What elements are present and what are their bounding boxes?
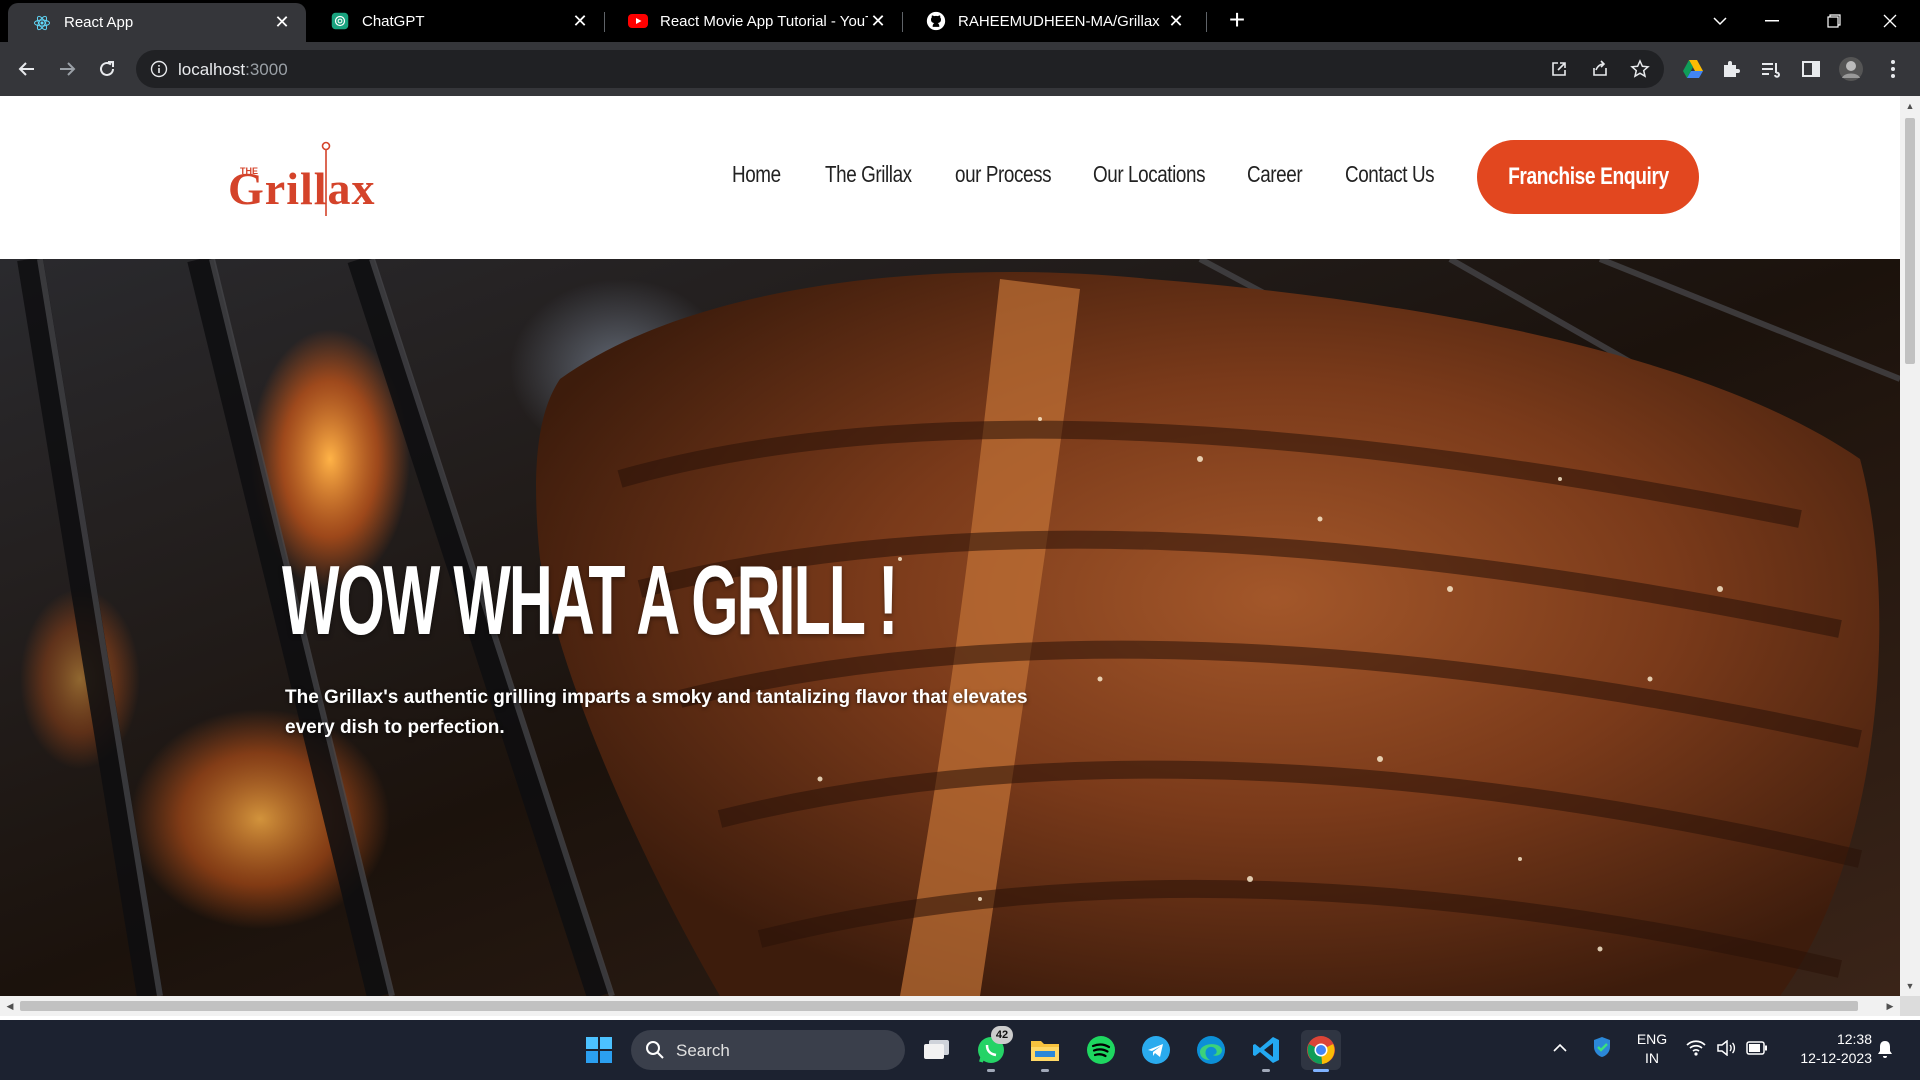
tab-react-app[interactable]: React App ✕: [8, 3, 306, 42]
scroll-down-arrow-icon[interactable]: ▼: [1900, 978, 1920, 994]
close-tab-icon[interactable]: ✕: [570, 11, 590, 32]
volume-icon[interactable]: [1716, 1039, 1736, 1061]
restore-icon[interactable]: [1808, 0, 1860, 42]
notification-badge: 42: [991, 1026, 1013, 1044]
notification-bell-icon[interactable]: [1876, 1039, 1894, 1064]
share-icon[interactable]: [1590, 60, 1610, 83]
close-tab-icon[interactable]: ✕: [272, 12, 292, 33]
windows-security-icon[interactable]: [1592, 1036, 1612, 1063]
close-tab-icon[interactable]: ✕: [868, 11, 888, 32]
file-explorer-icon[interactable]: [1025, 1030, 1065, 1072]
battery-icon[interactable]: [1746, 1041, 1768, 1060]
tab-title: RAHEEMUDHEEN-MA/Grillax: [958, 12, 1160, 30]
tab-chatgpt[interactable]: ChatGPT ✕: [306, 0, 604, 42]
task-view-icon[interactable]: [917, 1030, 957, 1070]
browser-tab-strip: React App ✕ ChatGPT ✕ React Movie App Tu…: [0, 0, 1920, 42]
tab-search-chevron-icon[interactable]: [1694, 0, 1746, 42]
wifi-icon[interactable]: [1686, 1040, 1706, 1061]
address-bar[interactable]: localhost:3000: [136, 50, 1664, 88]
hero-description: The Grillax's authentic grilling imparts…: [285, 687, 1028, 738]
extensions-puzzle-icon[interactable]: [1718, 56, 1744, 82]
profile-avatar[interactable]: [1838, 56, 1864, 82]
forward-arrow-icon[interactable]: [52, 54, 82, 84]
language-indicator[interactable]: ENG IN: [1632, 1030, 1672, 1068]
clock[interactable]: 12:38 12-12-2023: [1780, 1030, 1872, 1068]
hero-banner: WOW WHAT A GRILL ! The Grillax's authent…: [0, 259, 1900, 996]
hero-title: WOW WHAT A GRILL !: [282, 545, 898, 655]
github-icon: [926, 11, 946, 31]
tab-divider: [1206, 12, 1207, 32]
more-menu-icon[interactable]: [1880, 56, 1906, 82]
nav-our-locations[interactable]: Our Locations: [1093, 161, 1206, 188]
youtube-icon: [628, 11, 648, 31]
nav-contact-us[interactable]: Contact Us: [1345, 161, 1435, 188]
svg-text:Grillax: Grillax: [228, 163, 376, 214]
tab-title: React App: [64, 14, 134, 31]
nav-career[interactable]: Career: [1247, 161, 1303, 188]
browser-toolbar: localhost:3000: [0, 42, 1920, 96]
site-header: THE Grillax Home The Grillax our Process…: [0, 96, 1900, 259]
horizontal-scrollbar[interactable]: ◀ ▶: [0, 996, 1900, 1016]
grillax-logo[interactable]: THE Grillax: [228, 140, 408, 220]
windows-start-icon[interactable]: [579, 1030, 619, 1070]
close-tab-icon[interactable]: ✕: [1166, 11, 1186, 32]
telegram-icon[interactable]: [1136, 1030, 1176, 1070]
react-icon: [32, 13, 52, 33]
running-indicator: [987, 1069, 995, 1072]
bookmark-star-icon[interactable]: [1630, 59, 1650, 84]
scrollbar-corner: [1900, 996, 1920, 1016]
franchise-enquiry-button[interactable]: Franchise Enquiry: [1477, 140, 1699, 214]
chrome-icon[interactable]: [1301, 1030, 1341, 1072]
running-indicator: [1041, 1069, 1049, 1072]
windows-taskbar: Search 42 ENG IN 12:38 12-12-2023: [0, 1020, 1920, 1080]
nav-home[interactable]: Home: [732, 161, 781, 188]
page-viewport: THE Grillax Home The Grillax our Process…: [0, 96, 1920, 1020]
clock-time: 12:38: [1836, 1031, 1872, 1047]
reading-list-icon[interactable]: [1758, 56, 1784, 82]
side-panel-icon[interactable]: [1798, 56, 1824, 82]
whatsapp-icon[interactable]: 42: [971, 1026, 1013, 1072]
scroll-left-arrow-icon[interactable]: ◀: [2, 996, 18, 1016]
nav-our-process[interactable]: our Process: [955, 161, 1052, 188]
active-indicator: [1313, 1069, 1329, 1072]
new-tab-button[interactable]: +: [1222, 5, 1252, 35]
scroll-right-arrow-icon[interactable]: ▶: [1882, 996, 1898, 1016]
scrollbar-thumb[interactable]: [20, 1001, 1858, 1011]
nav-the-grillax[interactable]: The Grillax: [825, 161, 912, 188]
clock-date: 12-12-2023: [1800, 1050, 1872, 1066]
running-indicator: [1262, 1069, 1270, 1072]
tab-youtube[interactable]: React Movie App Tutorial - YouT ✕: [604, 0, 902, 42]
back-arrow-icon[interactable]: [12, 54, 42, 84]
taskbar-search[interactable]: Search: [631, 1030, 905, 1070]
tab-github[interactable]: RAHEEMUDHEEN-MA/Grillax ✕: [902, 0, 1200, 42]
spotify-icon[interactable]: [1081, 1030, 1121, 1070]
search-icon: [645, 1040, 665, 1065]
open-in-app-icon[interactable]: [1550, 60, 1568, 83]
close-window-icon[interactable]: [1864, 0, 1916, 42]
reload-icon[interactable]: [92, 54, 122, 84]
minimize-icon[interactable]: [1746, 0, 1798, 42]
vscode-icon[interactable]: [1246, 1030, 1286, 1072]
vertical-scrollbar[interactable]: ▲ ▼: [1900, 96, 1920, 996]
tab-title: ChatGPT: [362, 12, 425, 30]
scroll-up-arrow-icon[interactable]: ▲: [1900, 98, 1920, 114]
chatgpt-icon: [330, 11, 350, 31]
tab-title: React Movie App Tutorial - YouT: [660, 12, 868, 30]
google-drive-icon[interactable]: [1680, 56, 1706, 82]
url-text: localhost:3000: [178, 60, 288, 79]
scrollbar-thumb[interactable]: [1905, 118, 1915, 364]
search-placeholder: Search: [676, 1041, 730, 1060]
edge-browser-icon[interactable]: [1191, 1030, 1231, 1070]
show-hidden-icons-chevron-icon[interactable]: [1552, 1040, 1568, 1058]
site-info-icon[interactable]: [150, 60, 168, 83]
